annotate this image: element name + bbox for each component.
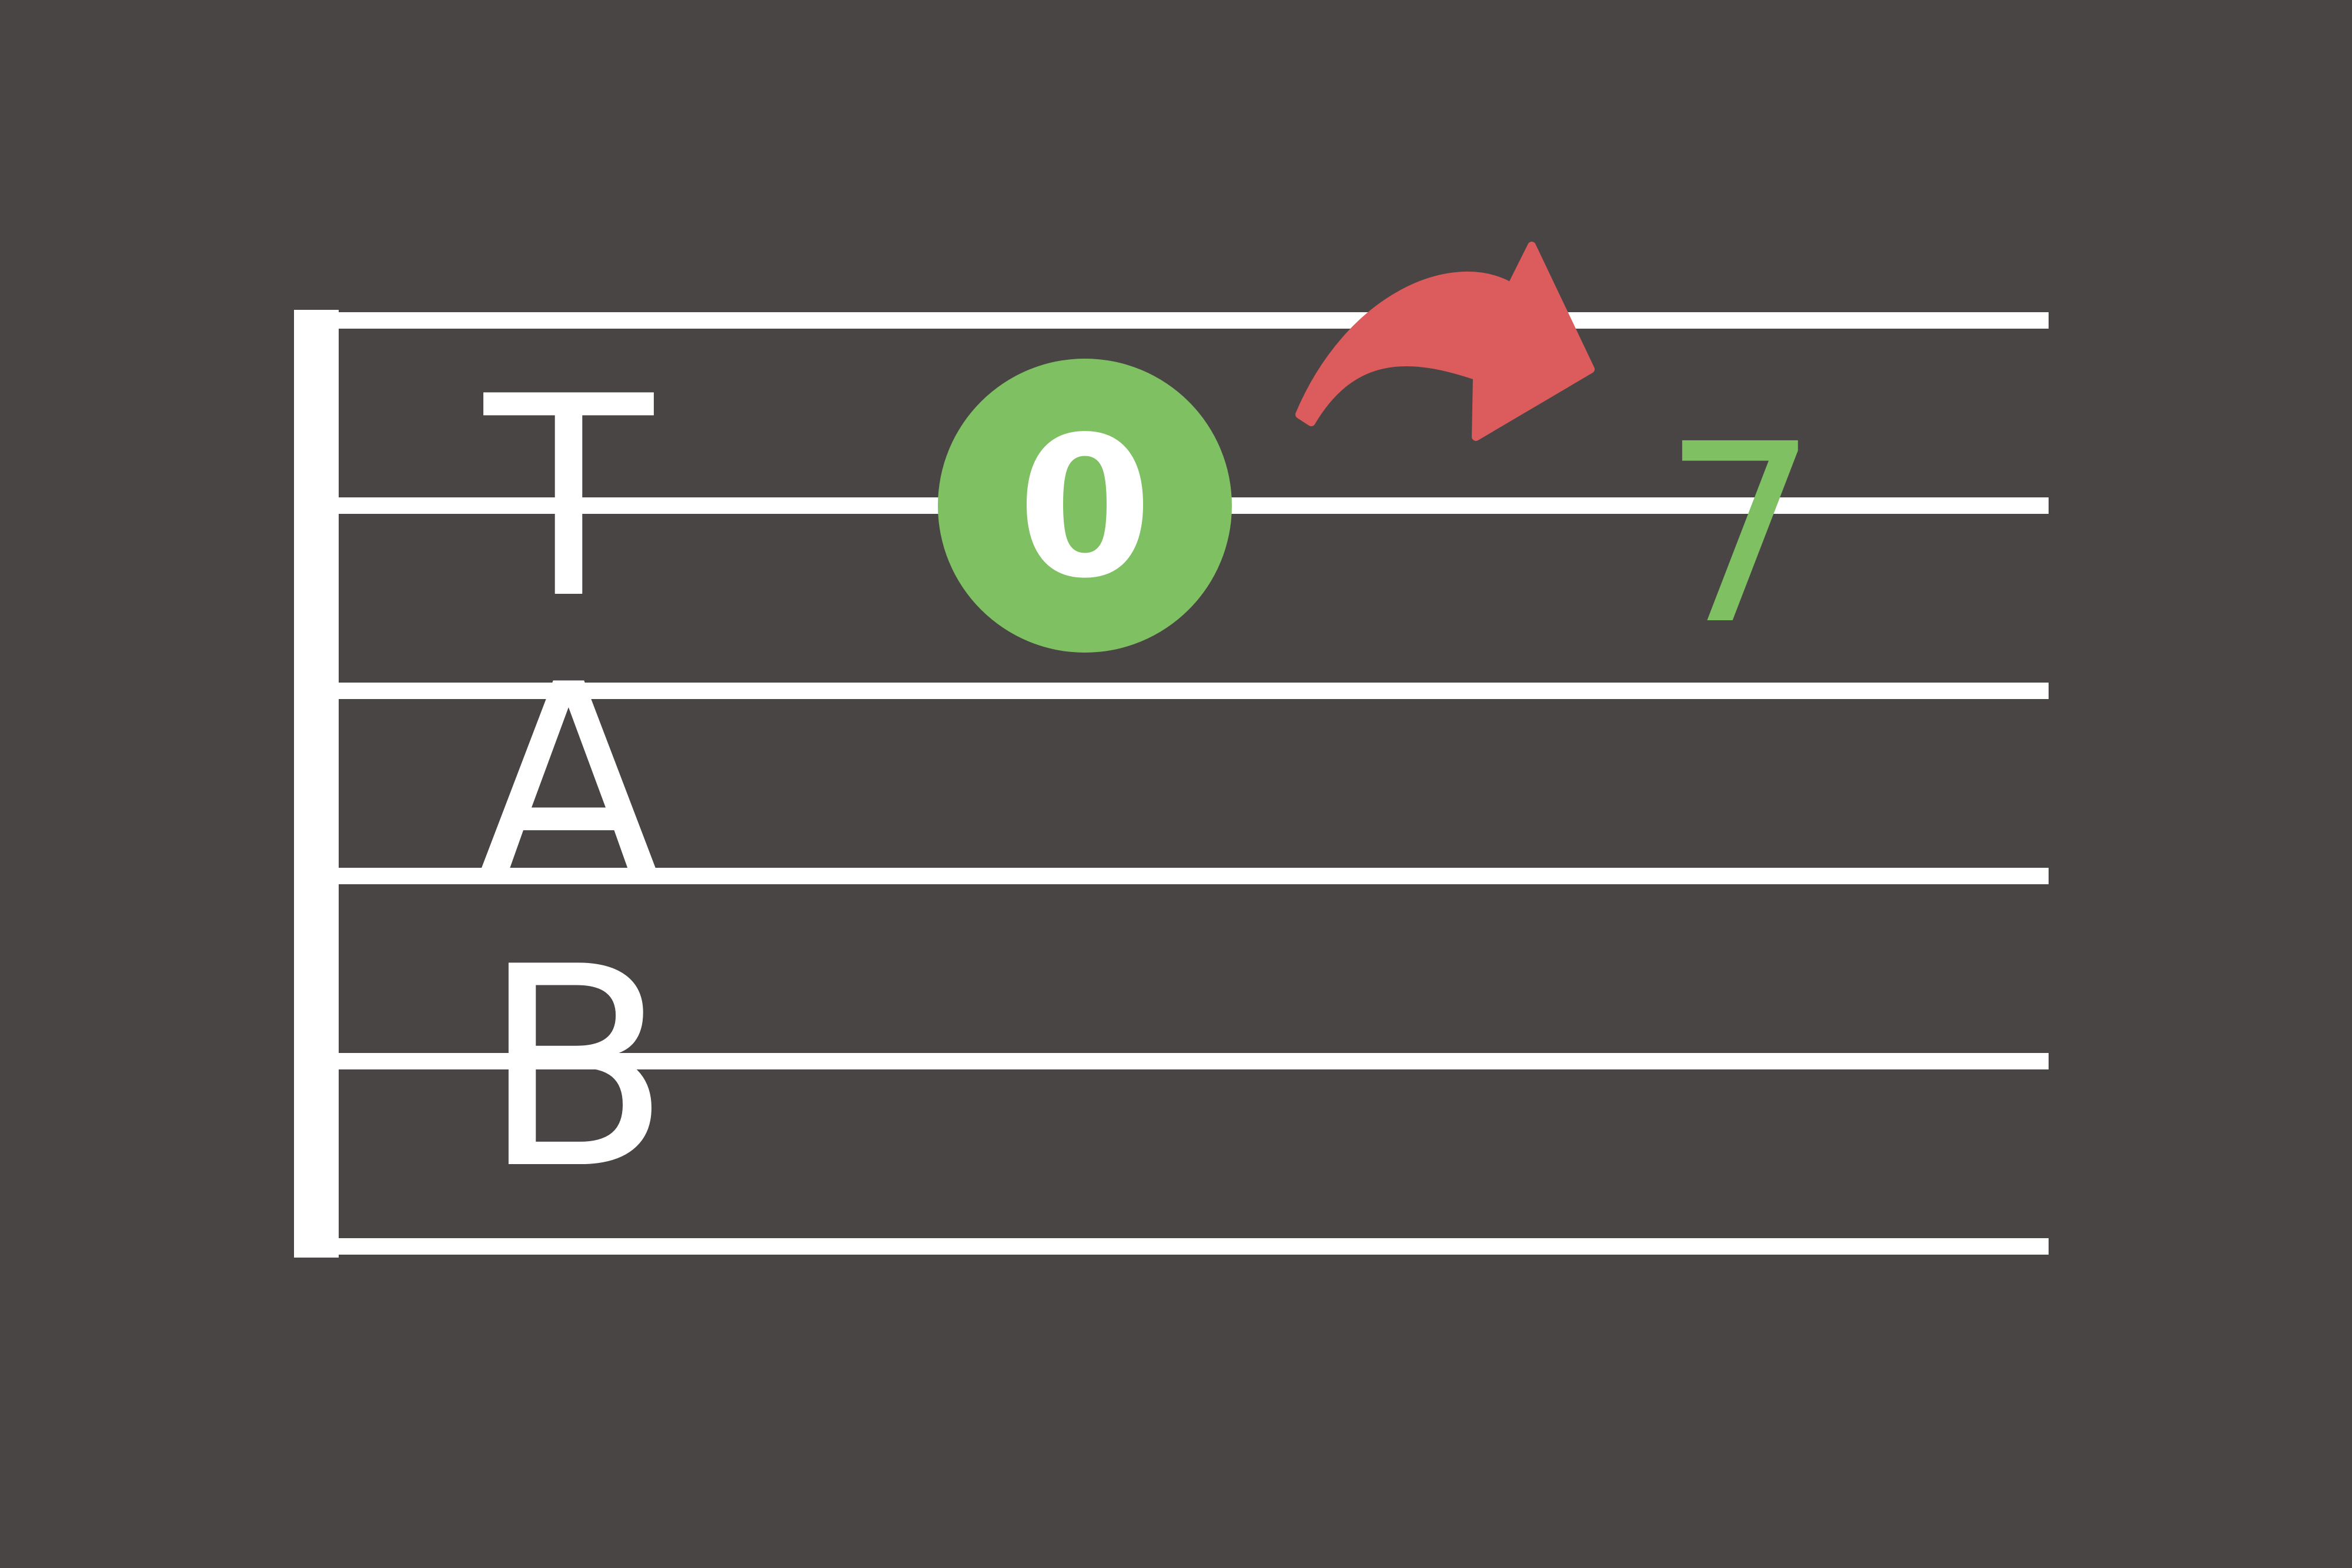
open-note-number: 0	[1017, 395, 1152, 621]
tab-letter-t: T	[480, 337, 657, 659]
open-note-marker: 0	[938, 359, 1232, 653]
tab-letter-a: A	[474, 626, 664, 947]
string-line-6	[339, 1238, 2049, 1255]
tab-staff-svg: T A B 0 7	[0, 0, 2352, 1568]
tab-diagram: T A B 0 7	[0, 0, 2352, 1568]
background	[0, 0, 2352, 1568]
tab-letter-b: B	[482, 908, 671, 1229]
target-note-number: 7	[1662, 392, 1819, 679]
staff-left-bar	[294, 310, 339, 1258]
string-line-1	[339, 312, 2049, 329]
tab-clef: T A B	[474, 337, 671, 1229]
